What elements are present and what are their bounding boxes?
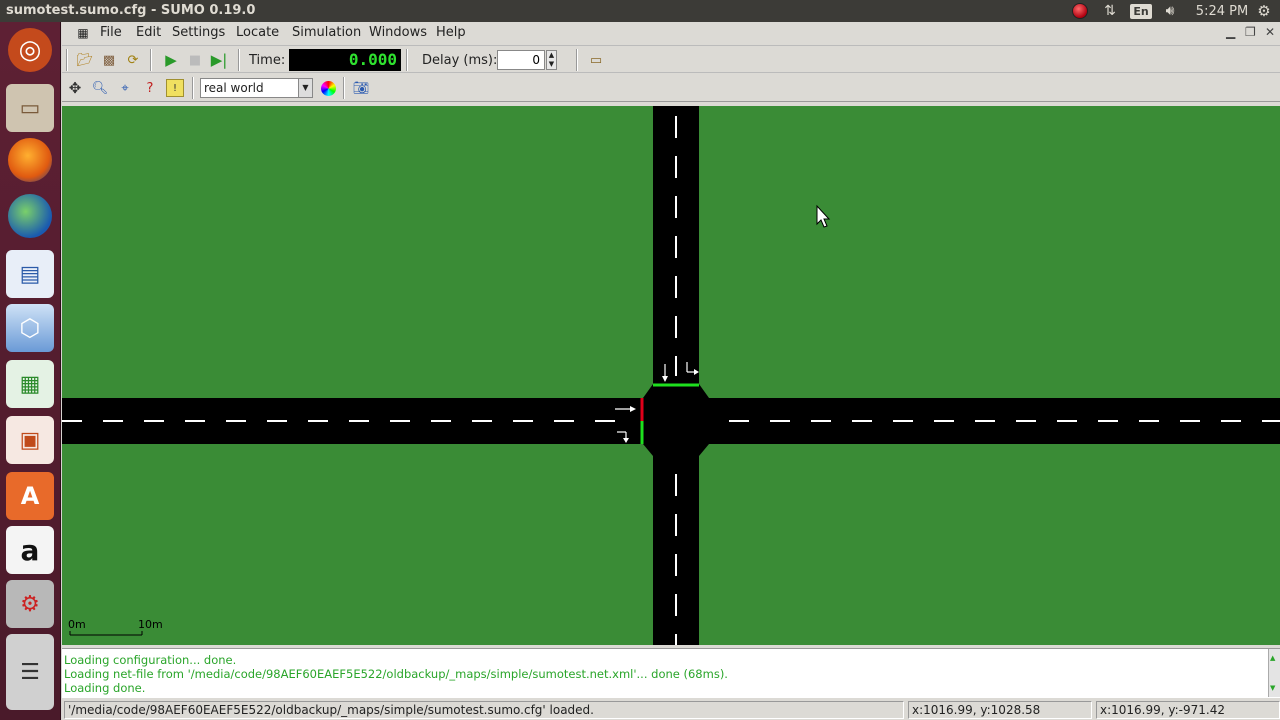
calc-icon[interactable]: ▦ [6,360,54,408]
network-view: 0m 10m [62,106,1280,645]
separator [150,49,152,71]
volume-icon[interactable]: 🔊︎ [1160,2,1180,20]
impress-icon[interactable]: ▣ [6,416,54,464]
reload-icon[interactable]: ⟳ [124,51,142,69]
system-gear-icon[interactable]: ⚙ [1255,2,1273,20]
junction [643,384,709,456]
menu-file[interactable]: File [100,25,122,40]
network-canvas[interactable]: 0m 10m [62,106,1280,645]
restore-icon[interactable]: ❐ [1245,25,1256,39]
separator [343,77,345,99]
zoom-icon[interactable]: 🔍︎ [91,79,109,97]
close-icon[interactable]: ✕ [1265,25,1275,39]
chevron-down-icon[interactable]: ▼ [298,79,312,97]
separator [576,49,578,71]
recenter-view-icon[interactable]: ✥ [66,79,84,97]
globe-icon[interactable] [8,194,52,238]
locate-junction-icon[interactable]: ⌖ [116,79,134,97]
stack-icon[interactable]: ☰ [6,634,54,710]
scale-start-label: 0m [68,618,86,631]
message-line: Loading configuration... done. [64,653,237,667]
separator [238,49,240,71]
delay-spinner[interactable]: ▲ ▼ [546,50,557,70]
screenshot-icon[interactable]: 📷︎ [352,79,370,97]
menu-help[interactable]: Help [436,25,466,40]
geo-position: x:1016.99, y:-971.42 [1096,701,1280,719]
window-title: sumotest.sumo.cfg - SUMO 0.19.0 [6,3,256,18]
delay-label: Delay (ms): [422,53,498,68]
ubuntu-dash-icon[interactable]: ◎ [8,28,52,72]
mouse-cursor-icon [816,204,831,228]
locate-vehicle-icon[interactable]: ? [141,79,159,97]
menu-edit[interactable]: Edit [136,25,161,40]
new-view-icon[interactable]: ▭ [587,51,605,69]
keyboard-layout-indicator[interactable]: En [1130,2,1152,20]
tooltip-toggle-icon[interactable]: ! [166,79,184,97]
software-center-icon[interactable]: A [6,472,54,520]
system-top-bar: sumotest.sumo.cfg - SUMO 0.19.0 ⇅ En 🔊︎ … [0,0,1280,22]
scroll-up-icon[interactable]: ▲ [1270,651,1275,665]
writer-icon[interactable]: ▤ [6,250,54,298]
network-icon[interactable]: ⇅ [1101,2,1119,20]
toolbar-grip [66,49,68,71]
menu-windows[interactable]: Windows [369,25,427,40]
cube-icon[interactable]: ⬡ [6,304,54,352]
firefox-icon[interactable] [8,138,52,182]
menu-locate[interactable]: Locate [236,25,279,40]
clock[interactable]: 5:24 PM [1192,2,1252,20]
message-line: Loading net-file from '/media/code/98AEF… [64,667,728,681]
simulation-toolbar: 📂︎ ▩ ⟳ ▶ ■ ▶| Time: 0.000 Delay (ms): ▲▼… [62,45,1280,73]
color-scheme-select[interactable]: real world ▼ [200,78,313,98]
step-icon[interactable]: ▶| [210,51,228,69]
menu-simulation[interactable]: Simulation [292,25,361,40]
separator [192,77,194,99]
delay-input[interactable] [497,50,545,70]
amazon-icon[interactable]: a [6,526,54,574]
cursor-position: x:1016.99, y:1028.58 [908,701,1092,719]
settings-icon[interactable]: ⚙ [6,580,54,628]
record-indicator-icon[interactable] [1071,2,1089,20]
status-bar: '/media/code/98AEF60EAEF5E522/oldbackup/… [62,700,1280,720]
sumo-window: ▦ File Edit Settings Locate Simulation W… [62,22,1280,720]
run-icon[interactable]: ▶ [162,51,180,69]
stop-icon[interactable]: ■ [186,51,204,69]
files-icon[interactable]: ▭ [6,84,54,132]
message-window: Loading configuration... done. Loading n… [62,648,1280,698]
launcher: ◎ ▭ ▤ ⬡ ▦ ▣ A a ⚙ ☰ [0,22,61,720]
open-config-icon[interactable]: 📂︎ [76,51,94,69]
time-display: 0.000 [289,49,401,71]
scroll-down-icon[interactable]: ▼ [1270,681,1275,695]
menu-settings[interactable]: Settings [172,25,225,40]
scale-end-label: 10m [138,618,163,631]
status-message: '/media/code/98AEF60EAEF5E522/oldbackup/… [64,701,904,719]
separator [406,49,408,71]
minimize-icon[interactable]: ▁ [1226,25,1235,39]
message-scrollbar[interactable]: ▲ ▼ [1268,649,1280,697]
mdi-menu-icon[interactable]: ▦ [74,24,92,42]
color-wheel-icon[interactable] [319,79,337,97]
message-line: Loading done. [64,681,146,695]
time-label: Time: [249,53,286,68]
menu-bar: ▦ File Edit Settings Locate Simulation W… [62,22,1280,44]
view-toolbar: ✥ 🔍︎ ⌖ ? ! real world ▼ 📷︎ [62,74,1280,102]
open-network-icon[interactable]: ▩ [100,51,118,69]
